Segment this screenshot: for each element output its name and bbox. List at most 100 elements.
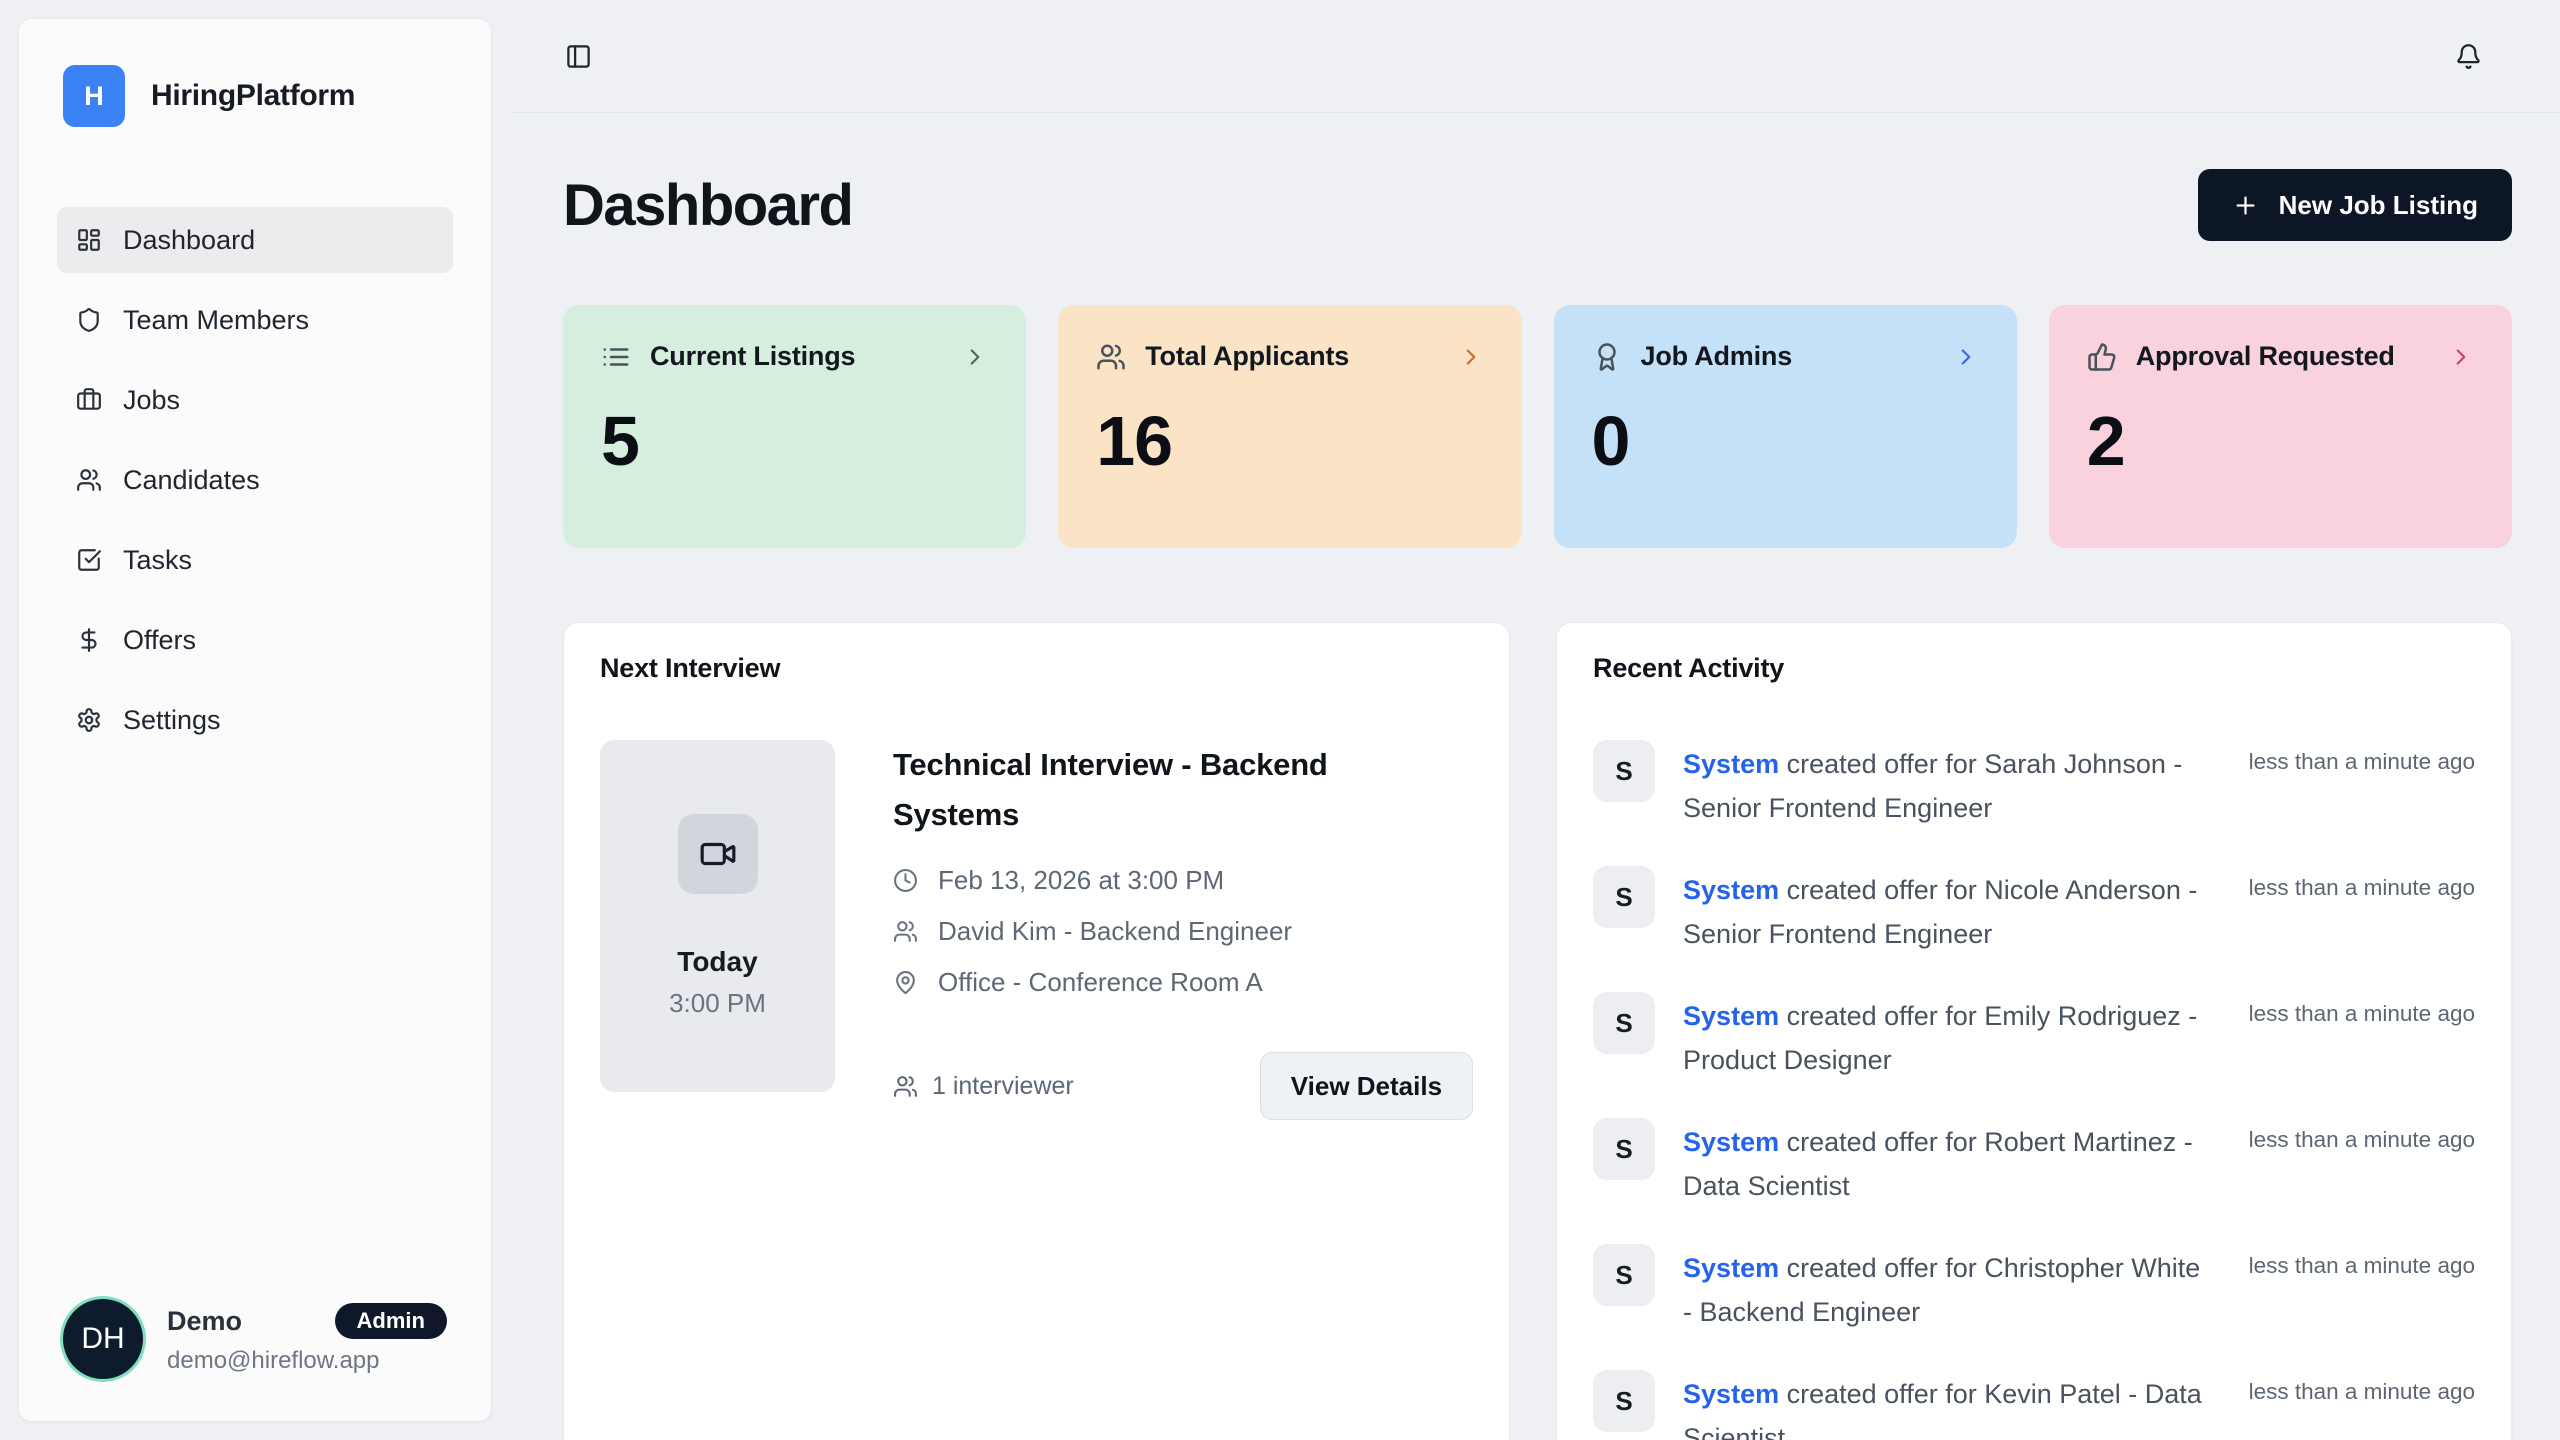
interview-detail-row: Feb 13, 2026 at 3:00 PM (893, 865, 1473, 896)
activity-avatar: S (1593, 1244, 1655, 1306)
stat-label: Total Applicants (1145, 341, 1349, 372)
new-job-listing-label: New Job Listing (2279, 190, 2478, 221)
sidebar-item[interactable]: Candidates (57, 447, 453, 513)
activity-actor: System (1683, 875, 1779, 905)
sidebar-item[interactable]: Tasks (57, 527, 453, 593)
interview-info: Technical Interview - Backend Systems Fe… (893, 740, 1473, 1120)
sidebar-item-icon (76, 707, 102, 733)
activity-timestamp: less than a minute ago (2249, 1370, 2475, 1405)
stat-card-header: Current Listings (601, 341, 988, 372)
stat-card[interactable]: Current Listings 5 (563, 305, 1026, 548)
new-job-listing-button[interactable]: New Job Listing (2198, 169, 2512, 241)
activity-item[interactable]: S System created offer for Robert Martin… (1593, 1118, 2475, 1208)
activity-text: System created offer for Robert Martinez… (1683, 1118, 2203, 1208)
stat-icon (1592, 342, 1622, 372)
activity-timestamp: less than a minute ago (2249, 866, 2475, 901)
topbar (512, 0, 2560, 113)
activity-avatar: S (1593, 1118, 1655, 1180)
detail-icon (893, 868, 918, 893)
stat-icon (1096, 342, 1126, 372)
stats-row: Current Listings 5 Total Applicants 16 J… (563, 305, 2512, 548)
next-interview-body: Today 3:00 PM Technical Interview - Back… (600, 740, 1473, 1120)
sidebar-item-label: Settings (123, 705, 221, 736)
sidebar-item-label: Jobs (123, 385, 180, 416)
activity-item[interactable]: S System created offer for Christopher W… (1593, 1244, 2475, 1334)
view-details-button[interactable]: View Details (1260, 1052, 1473, 1120)
activity-text: System created offer for Sarah Johnson -… (1683, 740, 2203, 830)
sidebar-item[interactable]: Settings (57, 687, 453, 753)
plus-icon (2232, 192, 2259, 219)
stat-value: 16 (1096, 406, 1483, 476)
sidebar-nav: Dashboard Team Members Jobs Candidates T… (57, 207, 453, 767)
sidebar-item[interactable]: Jobs (57, 367, 453, 433)
chevron-right-icon (962, 344, 988, 370)
recent-activity-panel: Recent Activity S System created offer f… (1556, 622, 2512, 1440)
sidebar-item-icon (76, 467, 102, 493)
notifications-button[interactable] (2448, 36, 2488, 76)
detail-icon (893, 919, 918, 944)
sidebar-item[interactable]: Team Members (57, 287, 453, 353)
app-root: { "colors": { "accent_blue": "#3b82f6", … (0, 0, 2560, 1440)
sidebar-item-label: Dashboard (123, 225, 255, 256)
avatar: DH (63, 1299, 143, 1379)
stat-value: 5 (601, 406, 988, 476)
activity-avatar: S (1593, 866, 1655, 928)
interview-footer: 1 interviewer View Details (893, 1052, 1473, 1120)
stat-label: Current Listings (650, 341, 855, 372)
activity-item[interactable]: S System created offer for Sarah Johnson… (1593, 740, 2475, 830)
brand-name: HiringPlatform (151, 79, 355, 113)
stat-card[interactable]: Job Admins 0 (1554, 305, 2017, 548)
sidebar-item-icon (76, 307, 102, 333)
sidebar-item-icon (76, 387, 102, 413)
activity-item[interactable]: S System created offer for Nicole Anders… (1593, 866, 2475, 956)
sidebar-item[interactable]: Dashboard (57, 207, 453, 273)
activity-avatar: S (1593, 992, 1655, 1054)
user-name: Demo (167, 1306, 242, 1337)
chevron-right-icon (2448, 344, 2474, 370)
stat-card[interactable]: Approval Requested 2 (2049, 305, 2512, 548)
interview-date-tile: Today 3:00 PM (600, 740, 835, 1092)
user-email: demo@hireflow.app (167, 1347, 447, 1375)
sidebar-toggle-button[interactable] (558, 36, 598, 76)
panel-left-icon (565, 43, 592, 70)
activity-text: System created offer for Nicole Anderson… (1683, 866, 2203, 956)
activity-text: System created offer for Emily Rodriguez… (1683, 992, 2203, 1082)
activity-text: System created offer for Christopher Whi… (1683, 1244, 2203, 1334)
users-icon (893, 1074, 918, 1099)
sidebar-item[interactable]: Offers (57, 607, 453, 673)
recent-activity-title: Recent Activity (1593, 653, 2475, 684)
interview-title: Technical Interview - Backend Systems (893, 740, 1393, 839)
page-title: Dashboard (563, 172, 852, 239)
sidebar-item-icon (76, 227, 102, 253)
stat-value: 2 (2087, 406, 2474, 476)
stat-value: 0 (1592, 406, 1979, 476)
activity-actor: System (1683, 1379, 1779, 1409)
sidebar-item-label: Team Members (123, 305, 309, 336)
bottom-panels: Next Interview Today 3:00 PM Technical I… (563, 622, 2512, 1440)
role-badge: Admin (335, 1303, 447, 1339)
activity-avatar: S (1593, 740, 1655, 802)
sidebar-item-label: Offers (123, 625, 196, 656)
video-icon (699, 835, 737, 873)
stat-label: Approval Requested (2136, 341, 2395, 372)
sidebar-item-label: Tasks (123, 545, 192, 576)
stat-card-header: Approval Requested (2087, 341, 2474, 372)
sidebar-item-icon (76, 547, 102, 573)
stat-card[interactable]: Total Applicants 16 (1058, 305, 1521, 548)
activity-item[interactable]: S System created offer for Kevin Patel -… (1593, 1370, 2475, 1440)
sidebar: H HiringPlatform Dashboard Team Members … (18, 18, 492, 1422)
next-interview-panel: Next Interview Today 3:00 PM Technical I… (563, 622, 1510, 1440)
video-icon-box (678, 814, 758, 894)
bell-icon (2455, 43, 2482, 70)
sidebar-user[interactable]: DH Demo Admin demo@hireflow.app (57, 1275, 453, 1421)
main-area: Dashboard New Job Listing Current Listin… (512, 0, 2560, 1440)
activity-item[interactable]: S System created offer for Emily Rodrigu… (1593, 992, 2475, 1082)
activity-actor: System (1683, 1253, 1779, 1283)
interview-details: Feb 13, 2026 at 3:00 PM David Kim - Back… (893, 865, 1473, 998)
interviewer-count-label: 1 interviewer (932, 1072, 1074, 1101)
activity-avatar: S (1593, 1370, 1655, 1432)
sidebar-item-icon (76, 627, 102, 653)
page-head: Dashboard New Job Listing (563, 169, 2512, 241)
sidebar-item-label: Candidates (123, 465, 260, 496)
activity-actor: System (1683, 749, 1779, 779)
